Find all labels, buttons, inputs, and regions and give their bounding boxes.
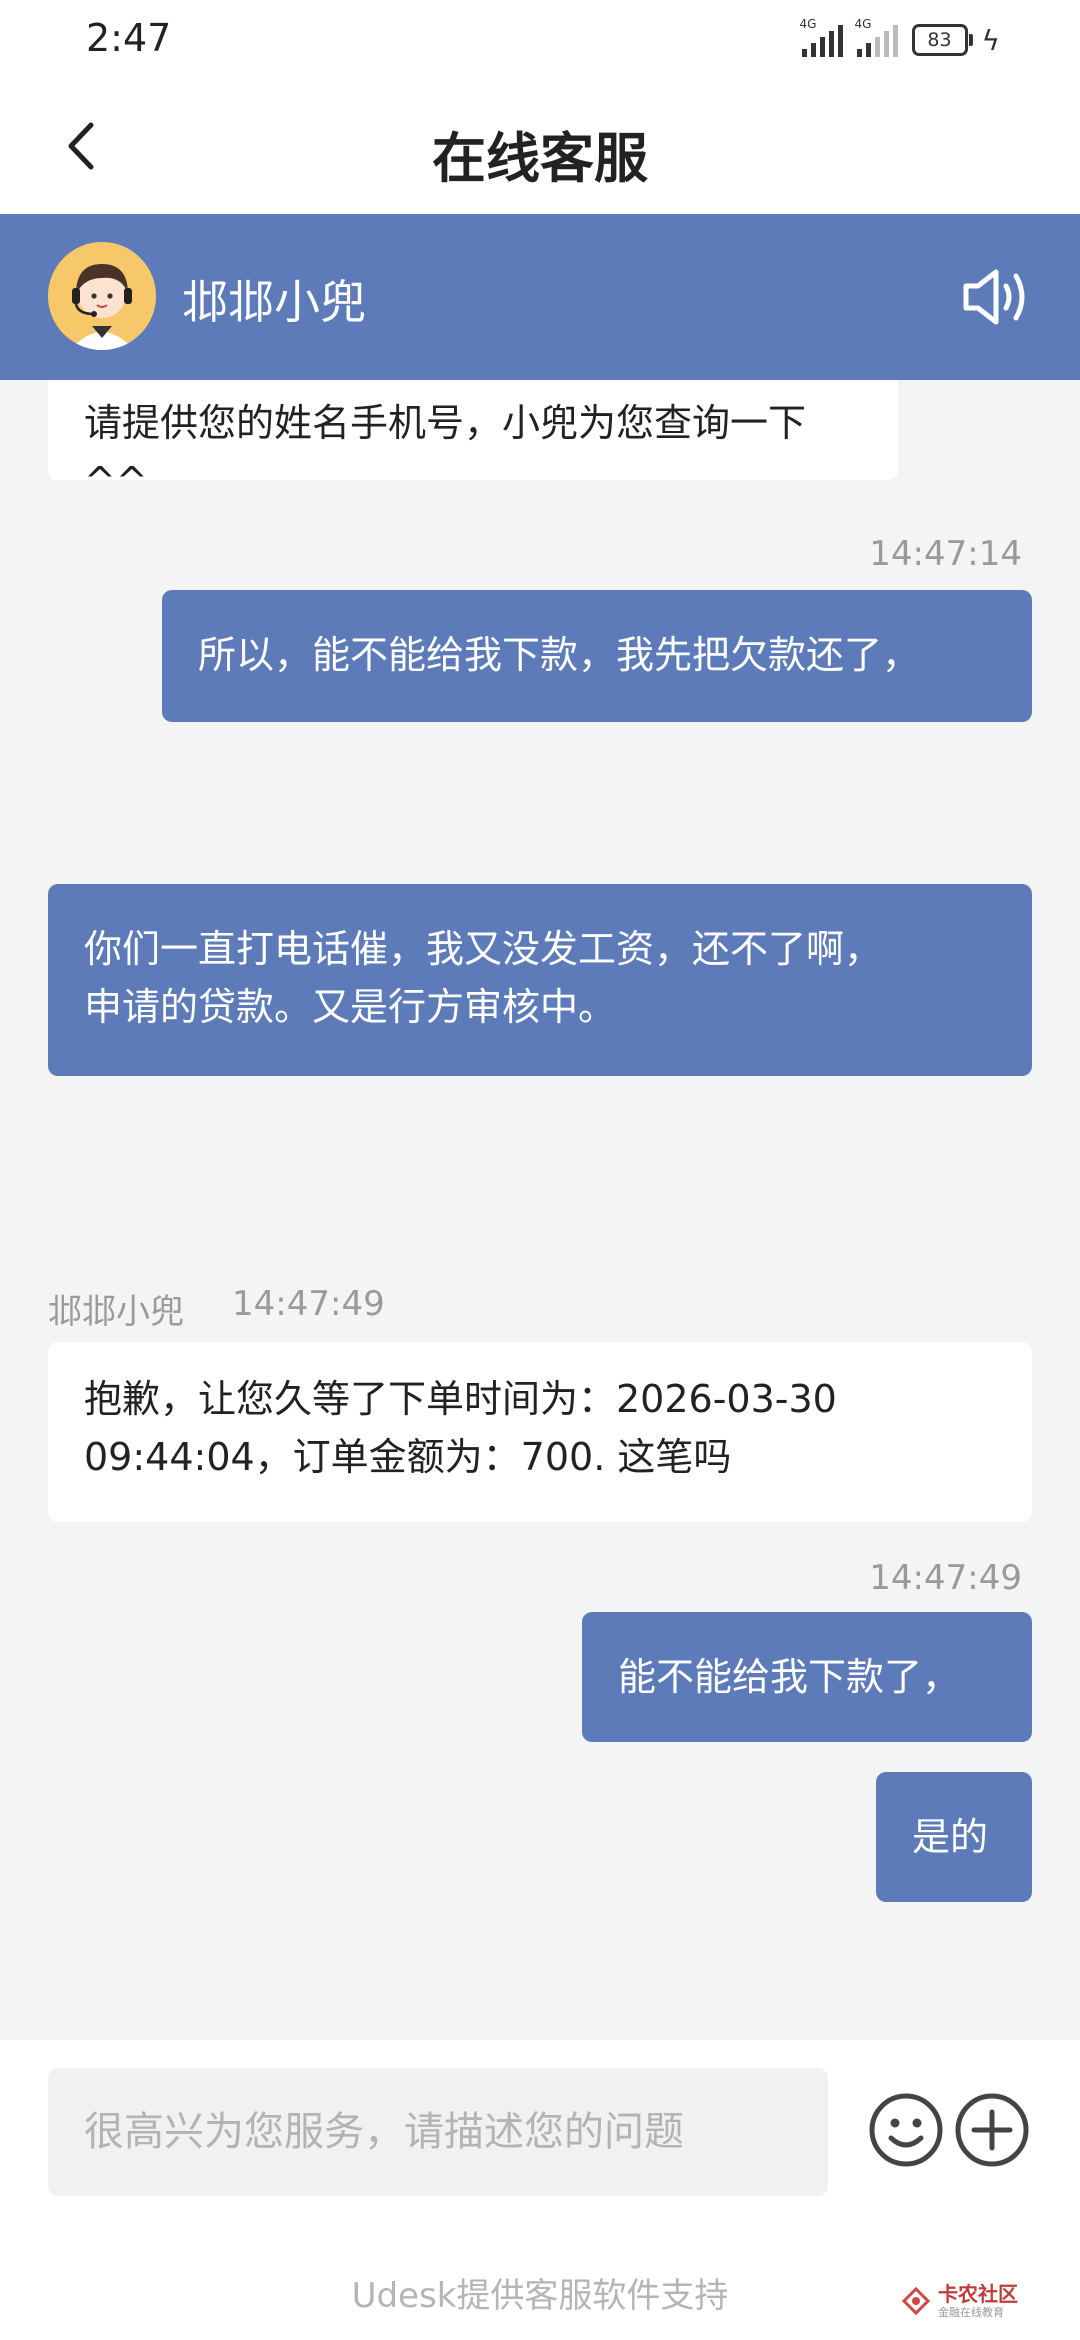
watermark-logo: 卡农社区 金融在线教育 — [900, 2284, 1018, 2318]
message-text: 申请的贷款。又是行方审核中。 — [84, 985, 617, 1029]
message-text: 能不能给我下款了， — [618, 1655, 961, 1699]
watermark-text: 卡农社区 — [938, 2282, 1018, 2306]
plus-icon — [955, 2093, 1029, 2167]
signal-icon: 4G — [800, 17, 843, 57]
chat-messages[interactable]: 请提供您的姓名手机号，小兜为您查询一下^^ 14:47:14 所以，能不能给我下… — [0, 380, 1080, 2040]
user-message: 能不能给我下款了， — [582, 1612, 1032, 1742]
battery-icon: 83 — [911, 24, 973, 56]
emoji-button[interactable] — [866, 2090, 946, 2170]
message-timestamp: 14:47:49 — [232, 1284, 385, 1324]
speaker-icon — [963, 269, 1025, 325]
message-text: 你们一直打电话催，我又没发工资，还不了啊， — [84, 927, 883, 971]
message-timestamp: 14:47:14 — [869, 534, 1022, 574]
nav-bar: 在线客服 — [0, 82, 1080, 214]
message-input[interactable] — [48, 2068, 828, 2196]
charging-icon: ϟ — [981, 23, 1000, 57]
signal-icon: 4G — [855, 17, 898, 57]
agent-header: 邶邶小兜 — [0, 214, 1080, 380]
message-text: 是的 — [912, 1815, 989, 1859]
agent-label: 邶邶小兜 — [48, 1292, 184, 1332]
user-message: 所以，能不能给我下款，我先把欠款还了， — [162, 590, 1032, 722]
message-text: 所以，能不能给我下款，我先把欠款还了， — [198, 633, 921, 677]
user-message: 是的 — [876, 1772, 1032, 1902]
status-time: 2:47 — [86, 16, 172, 60]
status-bar: 2:47 4G 4G 83 ϟ — [0, 0, 1080, 82]
smiley-icon — [869, 2093, 943, 2167]
speaker-button[interactable] — [960, 264, 1036, 330]
message-text: 抱歉，让您久等了下单时间为：2026-03-30 — [84, 1377, 837, 1421]
signal-label: 4G — [854, 17, 872, 31]
agent-name: 邶邶小兜 — [182, 275, 366, 329]
input-bar: Udesk提供客服软件支持 卡农社区 金融在线教育 — [0, 2040, 1080, 2340]
message-text: 09:44:04，订单金额为：700. 这笔吗 — [84, 1435, 732, 1479]
add-button[interactable] — [952, 2090, 1032, 2170]
avatar — [48, 242, 156, 350]
agent-message: 请提供您的姓名手机号，小兜为您查询一下^^ — [48, 380, 898, 503]
page-title: 在线客服 — [432, 127, 648, 190]
user-message: 你们一直打电话催，我又没发工资，还不了啊， 申请的贷款。又是行方审核中。 — [48, 884, 1032, 1076]
agent-avatar-icon — [48, 242, 156, 350]
battery-level: 83 — [927, 29, 952, 51]
signal-label: 4G — [799, 17, 817, 31]
watermark-subtext: 金融在线教育 — [938, 2306, 1004, 2319]
status-icons: 4G 4G 83 ϟ — [800, 17, 1000, 62]
message-timestamp: 14:47:49 — [869, 1558, 1022, 1598]
message-text: 请提供您的姓名手机号，小兜为您查询一下^^ — [84, 401, 807, 503]
agent-message: 抱歉，让您久等了下单时间为：2026-03-30 09:44:04，订单金额为：… — [48, 1342, 1032, 1522]
watermark-icon — [901, 2286, 931, 2316]
